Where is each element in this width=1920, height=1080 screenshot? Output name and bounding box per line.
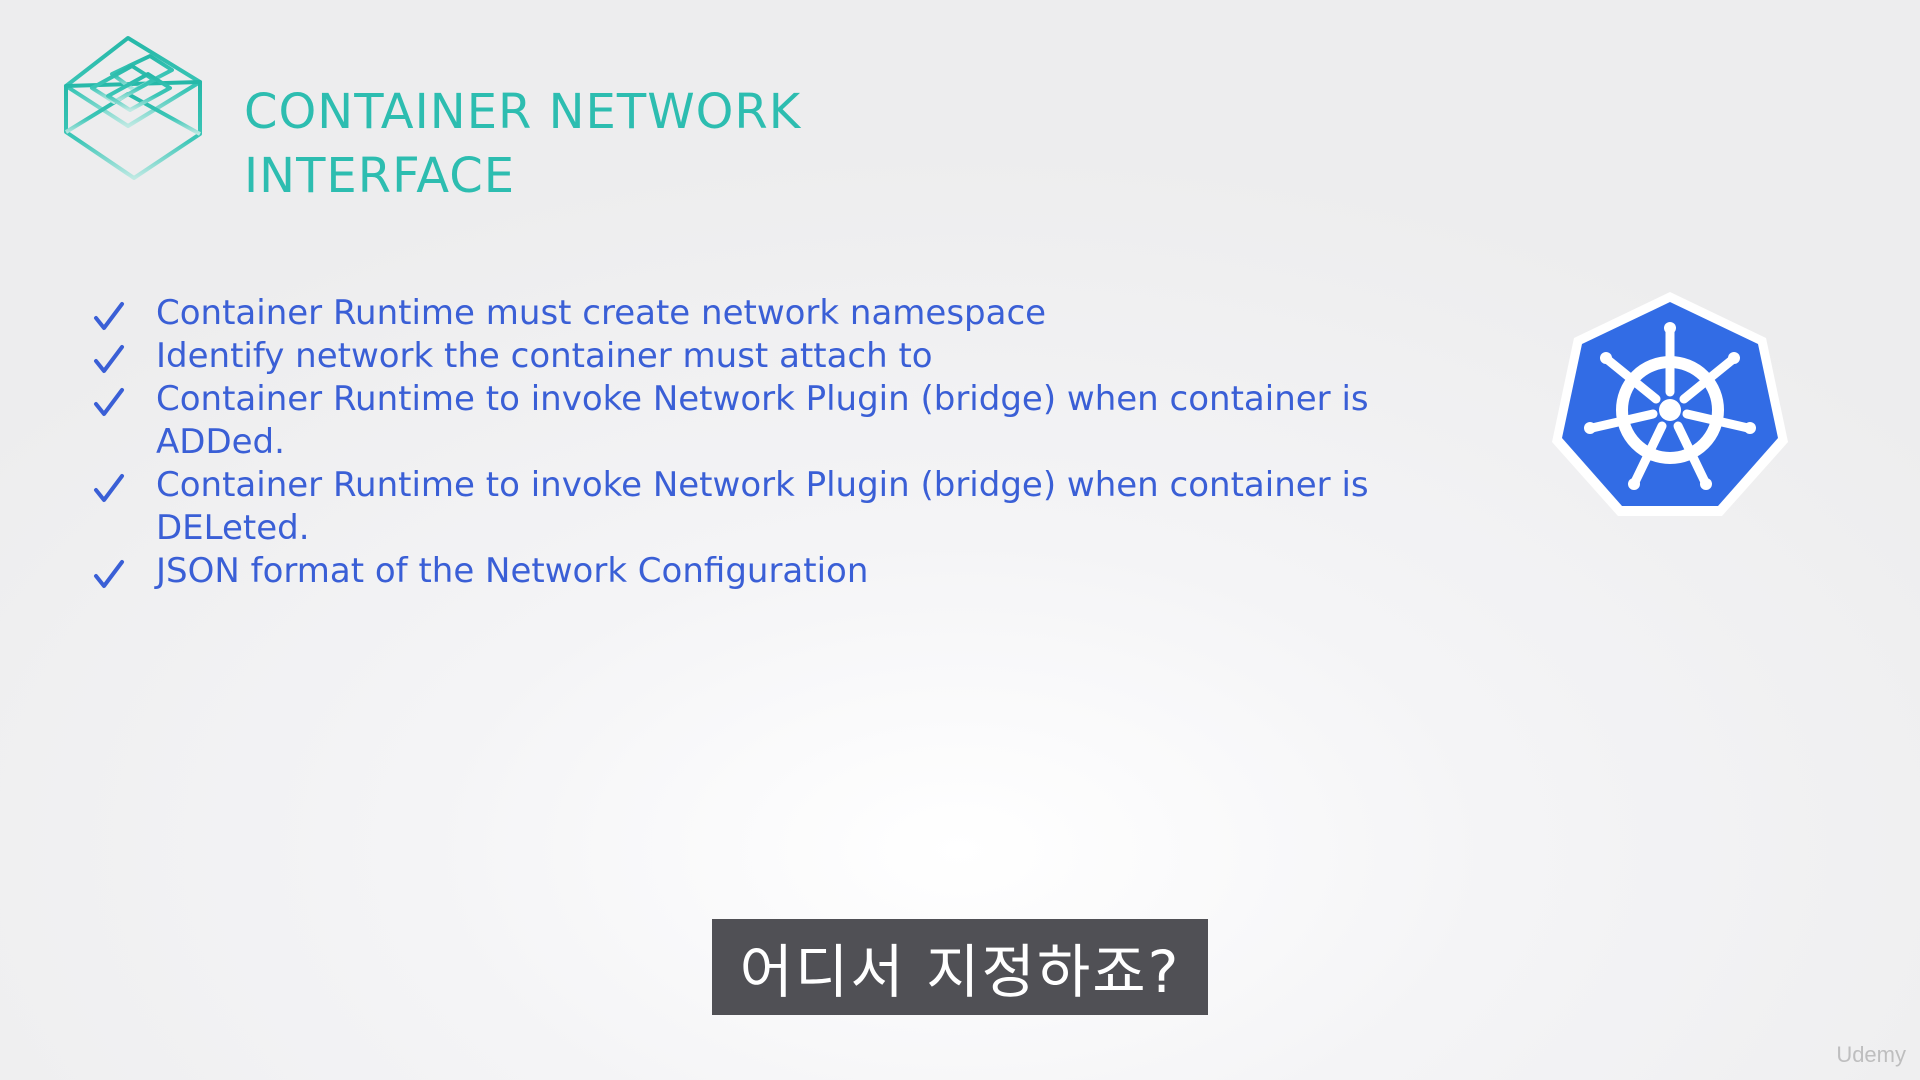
list-item: Container Runtime to invoke Network Plug… <box>92 464 1392 550</box>
subtitle-caption: 어디서 지정하죠? <box>712 919 1208 1015</box>
check-icon <box>94 345 124 373</box>
list-item: Identify network the container must atta… <box>92 335 1392 378</box>
bullet-text: Container Runtime must create network na… <box>156 293 1047 333</box>
cni-cube-logo-icon <box>64 36 202 180</box>
title-line-1: CONTAINER NETWORK <box>244 84 802 140</box>
bullet-text: Container Runtime to invoke Network Plug… <box>156 379 1369 462</box>
udemy-watermark: Udemy <box>1836 1042 1906 1067</box>
bullet-text: JSON format of the Network Configuration <box>156 551 869 591</box>
list-item: JSON format of the Network Configuration <box>92 550 1392 593</box>
bullet-text: Identify network the container must atta… <box>156 336 933 376</box>
page-title: CONTAINER NETWORK INTERFACE <box>244 80 801 208</box>
list-item: Container Runtime must create network na… <box>92 292 1392 335</box>
slide: CONTAINER NETWORK INTERFACE Container Ru… <box>0 0 1920 1080</box>
check-icon <box>94 474 124 502</box>
kubernetes-helm-icon <box>1552 292 1788 516</box>
bullet-text: Container Runtime to invoke Network Plug… <box>156 465 1369 548</box>
title-line-2: INTERFACE <box>244 148 516 204</box>
check-icon <box>94 388 124 416</box>
bullet-list: Container Runtime must create network na… <box>92 292 1392 593</box>
check-icon <box>94 560 124 588</box>
subtitle-text: 어디서 지정하죠? <box>739 938 1181 1006</box>
list-item: Container Runtime to invoke Network Plug… <box>92 378 1392 464</box>
check-icon <box>94 302 124 330</box>
